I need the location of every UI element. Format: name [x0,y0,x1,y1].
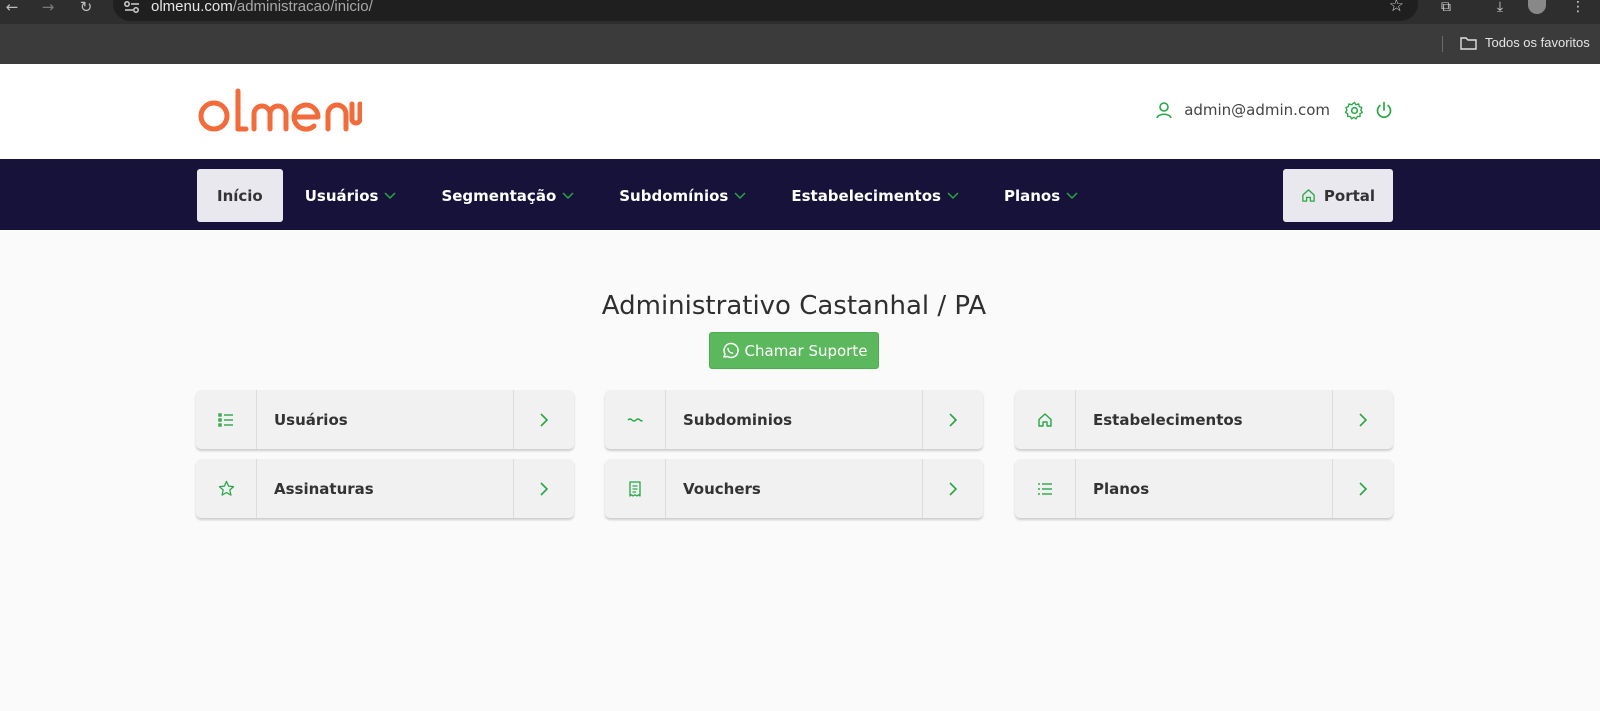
chevron-right-icon[interactable] [922,459,983,518]
star-icon [196,459,257,518]
chevron-down-icon [1066,191,1078,199]
card-label: Assinaturas [274,479,374,498]
card-subdominios[interactable]: Subdominios [605,390,983,449]
nav-item-segmentacao[interactable]: Segmentação [419,169,597,222]
chevron-down-icon [734,191,746,199]
browser-toolbar: ← → ↻ olmenu.com/administracao/inicio/ ☆… [0,0,1600,24]
site-settings-icon[interactable] [123,0,141,14]
chevron-down-icon [384,191,396,199]
nav-menu: Início Usuários Segmentação Subdomínios … [197,169,1101,222]
url-path: /administracao/inicio/ [232,0,373,15]
forward-icon[interactable]: → [38,0,58,20]
download-icon[interactable]: ⤓ [1490,0,1510,14]
extensions-icon[interactable]: ⧉ [1436,0,1456,14]
user-area: admin@admin.com [1154,100,1394,120]
nav-item-label: Usuários [304,186,379,205]
nav-item-label: Início [217,186,263,205]
user-email[interactable]: admin@admin.com [1184,101,1330,119]
chevron-down-icon [562,191,574,199]
nav-item-label: Subdomínios [619,186,729,205]
nav-item-label: Segmentação [441,186,557,205]
user-icon [1154,100,1174,120]
wave-icon [605,390,666,449]
folder-icon [1460,36,1477,50]
home-icon [1302,189,1315,202]
address-bar[interactable]: olmenu.com/administracao/inicio/ ☆ [113,0,1418,21]
home-icon [1015,390,1076,449]
support-label: Chamar Suporte [744,341,868,360]
card-planos[interactable]: Planos [1015,459,1393,518]
portal-button[interactable]: Portal [1283,169,1393,222]
receipt-icon [605,459,666,518]
chevron-right-icon[interactable] [1332,459,1393,518]
olmenu-logo[interactable]: olmenu [196,88,362,138]
nav-item-usuarios[interactable]: Usuários [283,169,420,222]
power-icon[interactable] [1374,100,1394,120]
card-label: Planos [1093,479,1150,498]
nav-item-label: Planos [1003,186,1061,205]
card-label: Estabelecimentos [1093,410,1243,429]
browser-menu-icon[interactable]: ⋮ [1568,0,1588,14]
page-title: Administrativo Castanhal / PA [601,291,987,321]
card-estabelecimentos[interactable]: Estabelecimentos [1015,390,1393,449]
back-icon[interactable]: ← [2,0,22,20]
nav-item-estabelecimentos[interactable]: Estabelecimentos [769,169,982,222]
chevron-right-icon[interactable] [513,390,574,449]
list-bullet-icon [196,390,257,449]
card-assinaturas[interactable]: Assinaturas [196,459,574,518]
card-label: Vouchers [683,479,761,498]
chevron-down-icon [947,191,959,199]
url-host: olmenu.com [151,0,233,15]
bookmarks-label: Todos os favoritos [1485,35,1590,50]
bookmark-star-icon[interactable]: ☆ [1389,0,1404,16]
nav-item-planos[interactable]: Planos [982,169,1101,222]
card-label: Subdominios [683,410,793,429]
all-bookmarks-button[interactable]: Todos os favoritos [1460,35,1590,50]
nav-item-subdominios[interactable]: Subdomínios [597,169,769,222]
chevron-right-icon[interactable] [513,459,574,518]
card-label: Usuários [274,410,348,429]
url-text[interactable]: olmenu.com/administracao/inicio/ [151,0,373,15]
support-button[interactable]: Chamar Suporte [709,332,879,369]
profile-avatar[interactable] [1528,0,1546,14]
card-vouchers[interactable]: Vouchers [605,459,983,518]
reload-icon[interactable]: ↻ [76,0,96,20]
whatsapp-icon [722,342,739,358]
chevron-right-icon[interactable] [922,390,983,449]
nav-item-label: Estabelecimentos [791,186,941,205]
nav-item-inicio[interactable]: Início [197,169,283,222]
portal-label: Portal [1323,186,1376,205]
browser-chrome: ← → ↻ olmenu.com/administracao/inicio/ ☆… [0,0,1600,64]
gear-icon[interactable] [1344,100,1364,120]
list-icon [1015,459,1076,518]
chevron-right-icon[interactable] [1332,390,1393,449]
bookmarks-separator [1442,36,1443,52]
card-usuarios[interactable]: Usuários [196,390,574,449]
